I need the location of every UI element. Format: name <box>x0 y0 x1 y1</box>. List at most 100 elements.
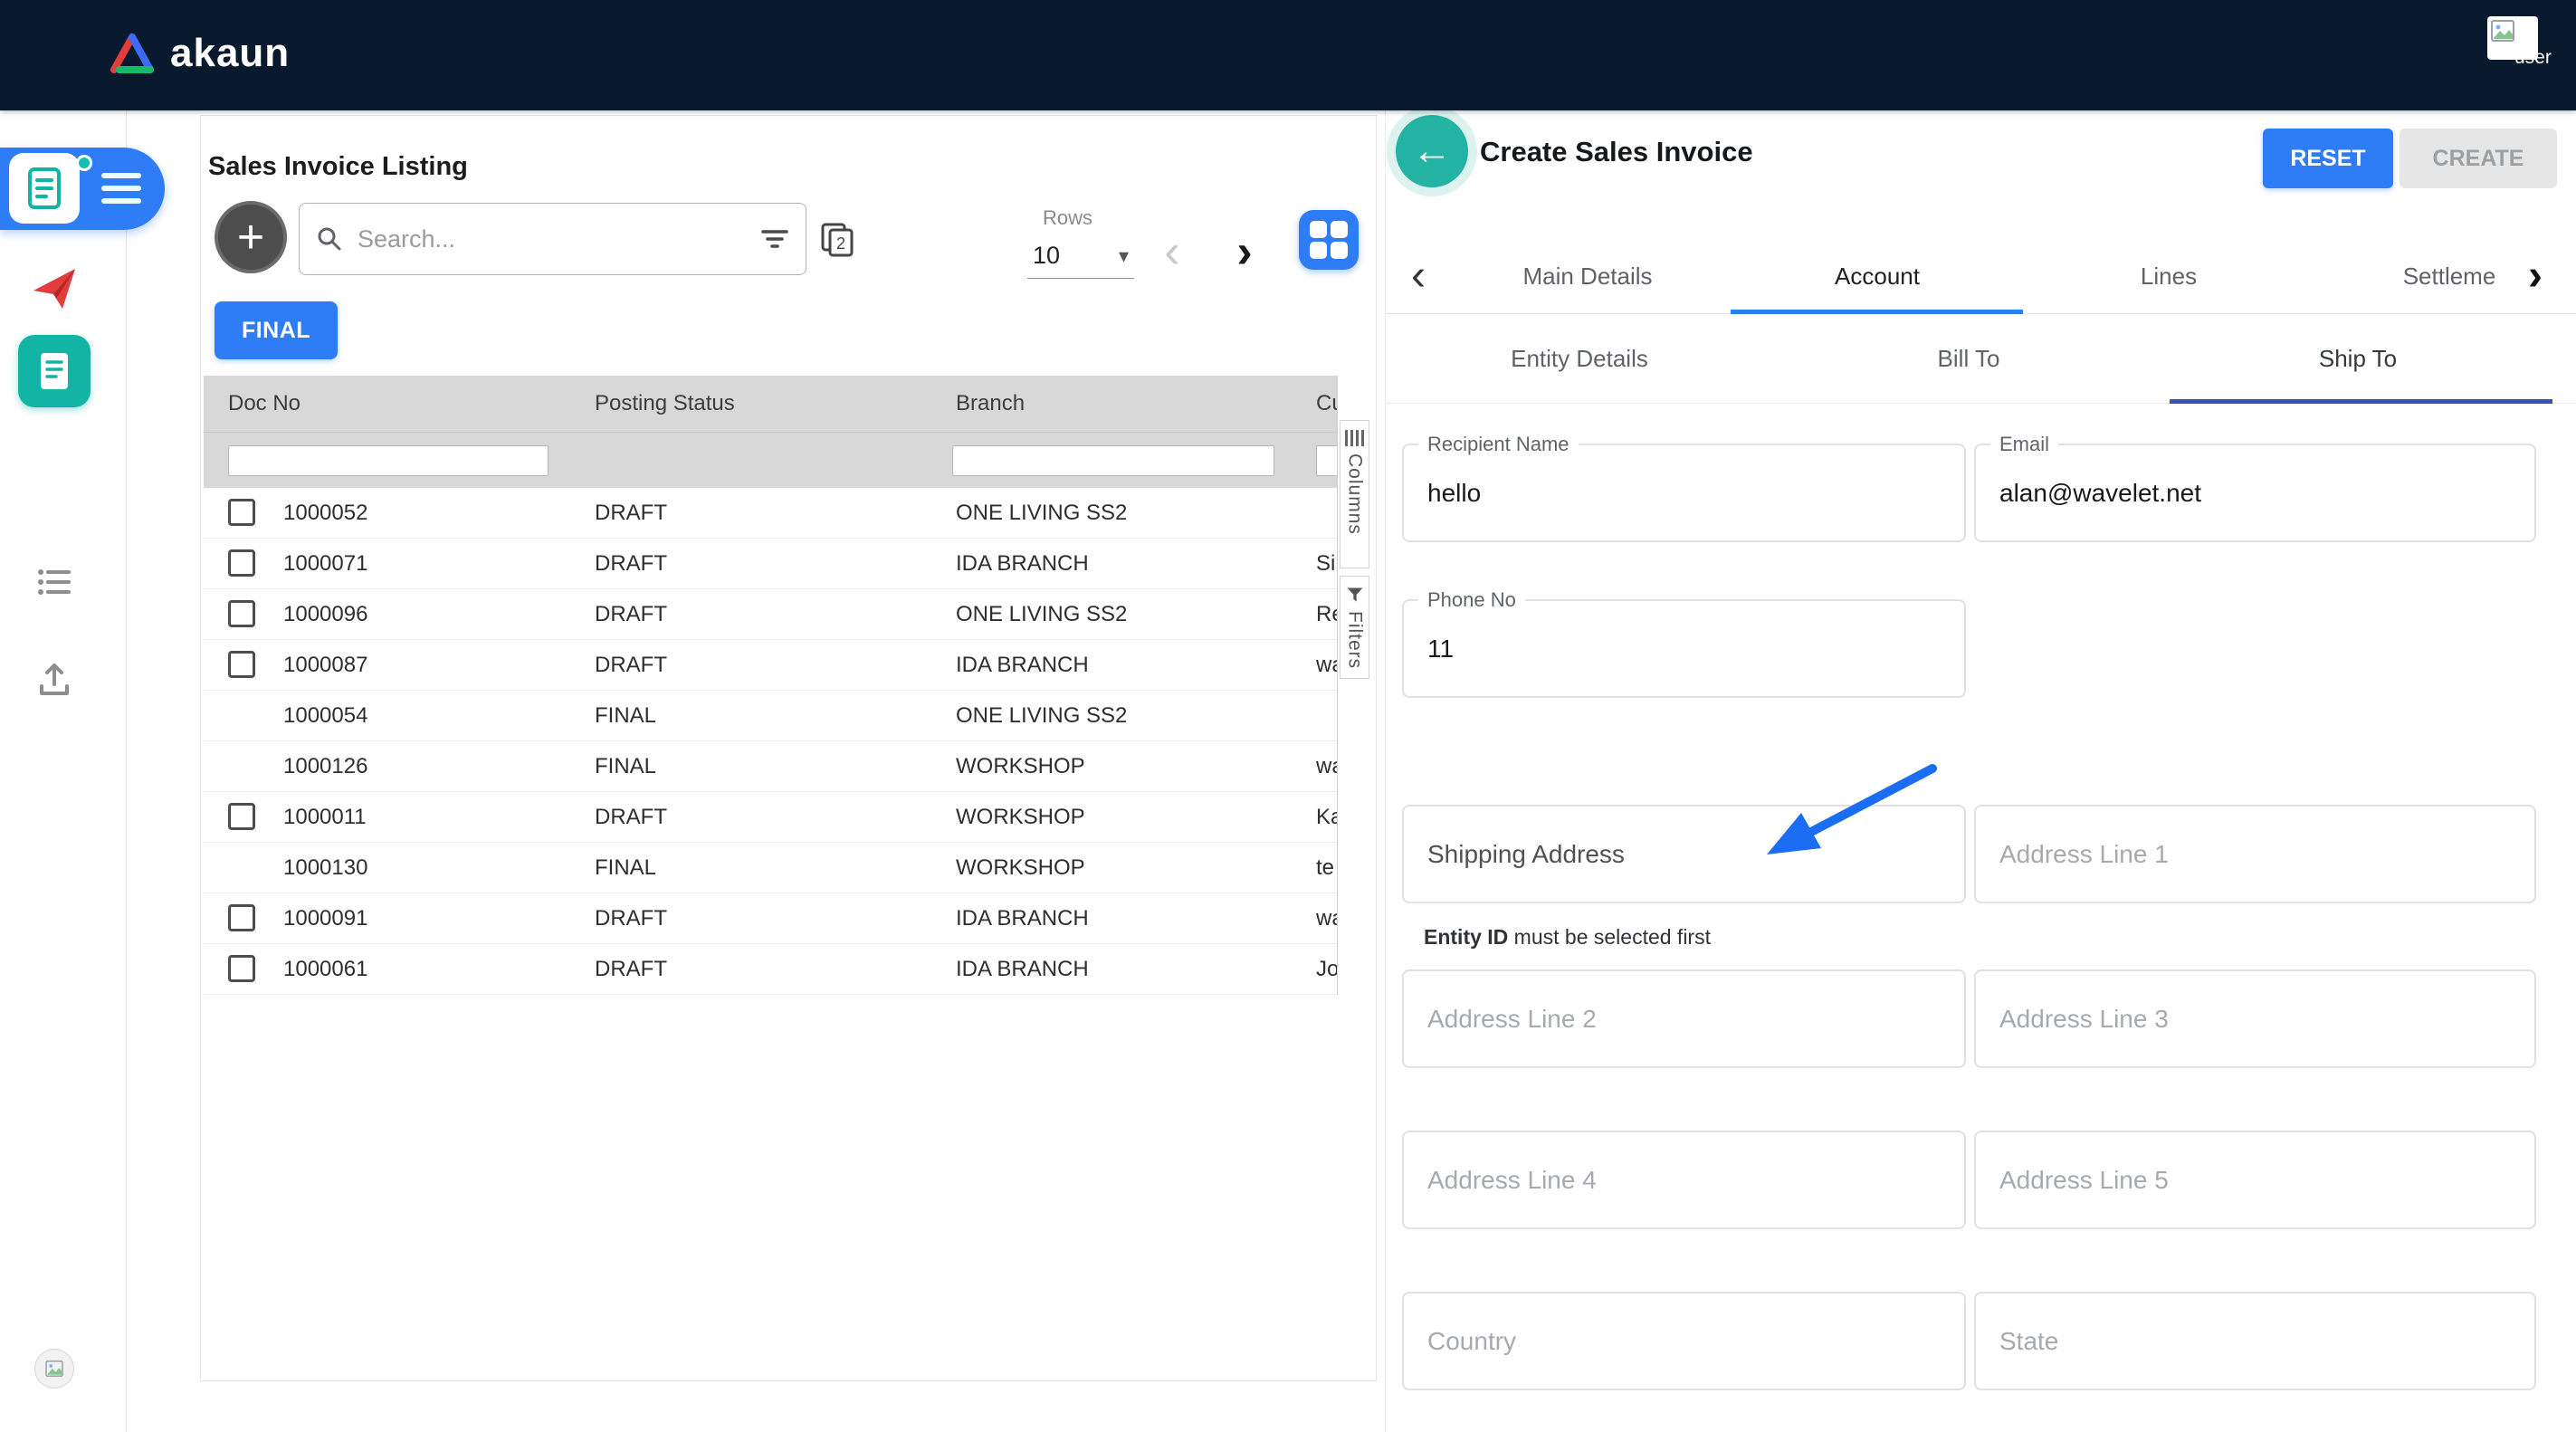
row-checkbox[interactable] <box>228 600 255 627</box>
rows-per-page-select[interactable]: 10 ▾ <box>1027 234 1134 279</box>
grid-view-button[interactable] <box>1299 210 1359 270</box>
chevron-down-icon: ▾ <box>1119 244 1129 268</box>
cell-branch: WORKSHOP <box>956 843 1085 893</box>
header-branch[interactable]: Branch <box>956 376 1025 432</box>
cell-posting-status: DRAFT <box>595 488 667 538</box>
create-button[interactable]: CREATE <box>2399 129 2557 188</box>
phone-no-value: 11 <box>1427 635 1454 663</box>
subtab-bill-to[interactable]: Bill To <box>1938 314 2000 404</box>
tabs-scroll-left-button[interactable]: ‹ <box>1398 251 1438 301</box>
broken-image-icon <box>45 1360 63 1377</box>
address-line-3-field[interactable]: Address Line 3 <box>1974 969 2536 1068</box>
row-checkbox[interactable] <box>228 651 255 678</box>
filter-list-icon[interactable] <box>760 226 789 252</box>
pages-count-badge: 2 <box>836 234 845 253</box>
subtab-entity-details[interactable]: Entity Details <box>1511 314 1648 404</box>
branch-filter-input[interactable] <box>952 445 1274 476</box>
header-customer[interactable]: Cu <box>1316 376 1338 432</box>
next-page-button[interactable]: › <box>1219 224 1270 279</box>
row-checkbox[interactable] <box>228 904 255 931</box>
add-invoice-button[interactable]: + <box>215 201 287 273</box>
row-checkbox[interactable] <box>228 499 255 526</box>
table-row[interactable]: 1000130 FINAL WORKSHOP te <box>204 843 1337 893</box>
cell-customer: Re <box>1316 589 1338 639</box>
recipient-name-value: hello <box>1427 479 1481 508</box>
table-row[interactable]: 1000071 DRAFT IDA BRANCH Si <box>204 539 1337 589</box>
columns-tab-label: Columns <box>1344 453 1366 535</box>
address-line-1-placeholder: Address Line 1 <box>1999 840 2169 869</box>
header-posting-status[interactable]: Posting Status <box>595 376 735 432</box>
receipt-icon <box>36 350 72 392</box>
address-line-2-field[interactable]: Address Line 2 <box>1402 969 1966 1068</box>
shipping-address-field[interactable]: Shipping Address <box>1402 805 1966 903</box>
cell-customer: wa <box>1316 741 1338 791</box>
country-field[interactable]: Country <box>1402 1292 1966 1390</box>
duplicate-pages-button[interactable]: 2 <box>819 221 855 259</box>
active-subtab-underline <box>2170 399 2552 404</box>
address-line-5-field[interactable]: Address Line 5 <box>1974 1131 2536 1229</box>
tab-account[interactable]: Account <box>1835 238 1920 314</box>
cell-branch: WORKSHOP <box>956 741 1085 791</box>
sidebar-active-module-pill[interactable] <box>0 148 165 230</box>
back-button[interactable]: ← <box>1396 115 1468 187</box>
final-filter-button[interactable]: FINAL <box>215 301 338 359</box>
table-row[interactable]: 1000054 FINAL ONE LIVING SS2 <box>204 691 1337 741</box>
state-field[interactable]: State <box>1974 1292 2536 1390</box>
cell-customer: Ka <box>1316 792 1338 842</box>
table-row[interactable]: 1000061 DRAFT IDA BRANCH Jo <box>204 944 1337 995</box>
tabs-scroll-right-button[interactable]: › <box>2515 251 2555 301</box>
filters-side-tab[interactable]: Filters <box>1340 576 1369 679</box>
table-row[interactable]: 1000126 FINAL WORKSHOP wa <box>204 741 1337 792</box>
customer-filter-input[interactable] <box>1316 445 1338 476</box>
row-checkbox[interactable] <box>228 549 255 577</box>
table-row[interactable]: 1000011 DRAFT WORKSHOP Ka <box>204 792 1337 843</box>
sidebar-item-upload[interactable] <box>34 659 74 699</box>
sidebar-item-listing[interactable] <box>34 562 74 602</box>
address-line-1-field[interactable]: Address Line 1 <box>1974 805 2536 903</box>
columns-side-tab[interactable]: Columns <box>1340 420 1369 568</box>
tab-main-details[interactable]: Main Details <box>1522 238 1652 314</box>
reset-button[interactable]: RESET <box>2263 129 2393 188</box>
row-checkbox[interactable] <box>228 803 255 830</box>
cell-posting-status: DRAFT <box>595 944 667 994</box>
address-line-4-field[interactable]: Address Line 4 <box>1402 1131 1966 1229</box>
email-field[interactable]: Email alan@wavelet.net <box>1974 444 2536 542</box>
back-arrow-icon: ← <box>1412 129 1452 174</box>
reset-button-label: RESET <box>2290 146 2365 172</box>
cell-doc-no: 1000071 <box>283 539 367 588</box>
sidebar-item-red-app[interactable] <box>30 263 79 312</box>
invoice-table: Doc No Posting Status Branch Cu 1000052 … <box>204 376 1338 995</box>
left-sidebar <box>0 110 127 1432</box>
tab-settlement[interactable]: Settleme <box>2403 238 2496 314</box>
subtab-ship-to[interactable]: Ship To <box>2319 314 2397 404</box>
search-icon <box>316 225 343 253</box>
table-row[interactable]: 1000087 DRAFT IDA BRANCH wa <box>204 640 1337 691</box>
invoice-document-icon <box>9 153 80 224</box>
doc-no-filter-input[interactable] <box>228 445 549 476</box>
brand-logo[interactable]: akaun <box>109 31 290 76</box>
recipient-name-field[interactable]: Recipient Name hello <box>1402 444 1966 542</box>
previous-page-button[interactable]: ‹ <box>1147 224 1197 279</box>
tab-lines[interactable]: Lines <box>2141 238 2197 314</box>
cell-doc-no: 1000126 <box>283 741 367 791</box>
sidebar-item-sales-invoice[interactable] <box>18 335 91 407</box>
cell-branch: IDA BRANCH <box>956 893 1089 943</box>
create-panel-title: Create Sales Invoice <box>1480 136 1753 168</box>
row-checkbox[interactable] <box>228 955 255 982</box>
table-row[interactable]: 1000091 DRAFT IDA BRANCH wa <box>204 893 1337 944</box>
header-doc-no[interactable]: Doc No <box>228 376 301 432</box>
chevron-left-icon: ‹ <box>1411 254 1426 298</box>
email-value: alan@wavelet.net <box>1999 479 2201 508</box>
search-input[interactable] <box>356 224 748 254</box>
table-row[interactable]: 1000052 DRAFT ONE LIVING SS2 <box>204 488 1337 539</box>
phone-no-field[interactable]: Phone No 11 <box>1402 599 1966 698</box>
cell-branch: IDA BRANCH <box>956 640 1089 690</box>
cell-posting-status: DRAFT <box>595 539 667 588</box>
state-placeholder: State <box>1999 1327 2058 1356</box>
sidebar-user-avatar[interactable] <box>34 1349 74 1389</box>
table-row[interactable]: 1000096 DRAFT ONE LIVING SS2 Re <box>204 589 1337 640</box>
drag-bars-icon <box>1345 430 1364 446</box>
cell-branch: IDA BRANCH <box>956 944 1089 994</box>
user-avatar[interactable]: user <box>2487 16 2571 76</box>
menu-toggle-icon[interactable] <box>101 173 141 211</box>
